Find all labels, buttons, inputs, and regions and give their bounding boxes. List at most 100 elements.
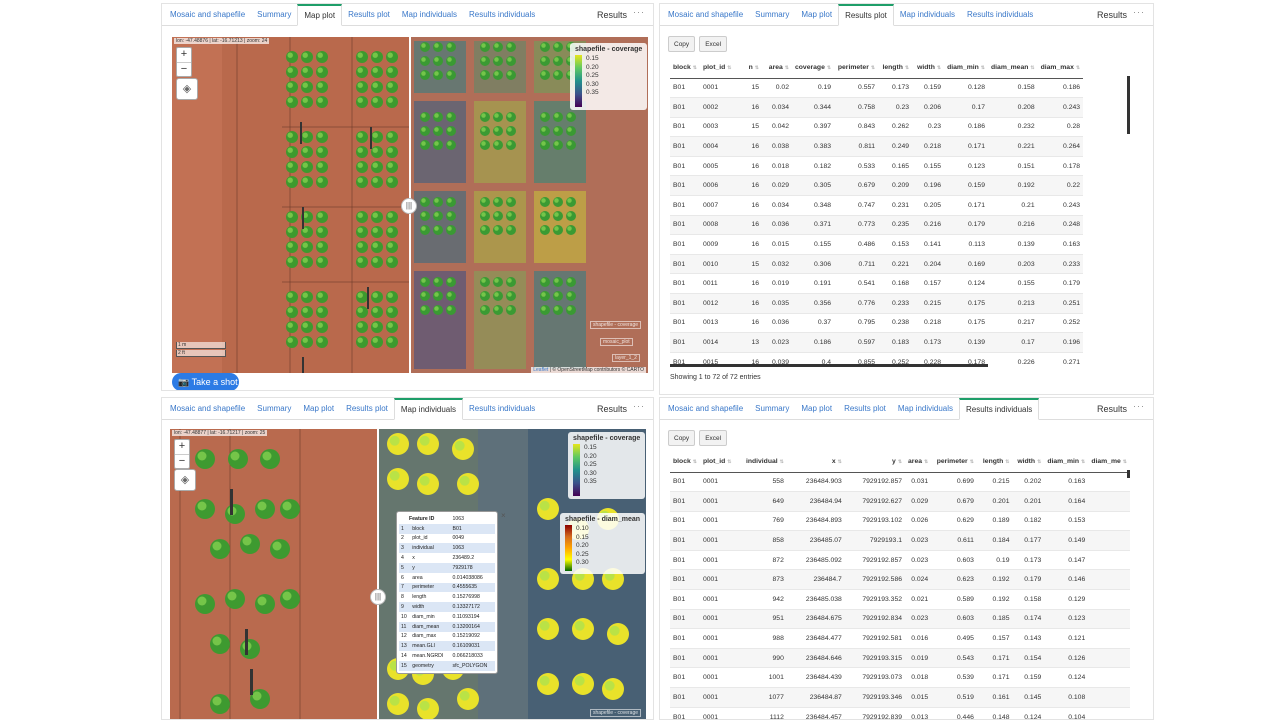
table-row[interactable]: B01 0001 649 236484.94 7929192.627 0.029 0.679…	[670, 491, 1130, 512]
map-base-layer[interactable]	[172, 37, 410, 373]
sort-icon[interactable]: ⇅	[1005, 459, 1009, 465]
sort-icon[interactable]: ⇅	[871, 65, 875, 71]
column-header[interactable]: individual ⇅	[739, 451, 787, 473]
table-row[interactable]: B01 0005 16 0.018 0.182 0.533 0.165 0.155 0.123 0…	[670, 155, 1084, 176]
table-row[interactable]: B01 0001 1077 236484.87 7929193.346 0.015 0.51…	[670, 687, 1130, 708]
sort-icon[interactable]: ⇅	[924, 459, 928, 465]
horizontal-scrollbar[interactable]	[670, 364, 988, 367]
column-header[interactable]: width ⇅	[912, 57, 945, 79]
tab-summary[interactable]: Summary	[251, 398, 297, 419]
table-row[interactable]: B01 0001 558 236484.903 7929192.857 0.031 0.69…	[670, 471, 1130, 492]
layer-label[interactable]: shapefile - coverage	[590, 709, 642, 717]
table-row[interactable]: B01 0001 1112 236484.457 7929192.839 0.013 0.4…	[670, 706, 1130, 719]
sort-icon[interactable]: ⇅	[780, 459, 784, 465]
table-row[interactable]: B01 0003 15 0.042 0.397 0.843 0.262 0.23 0.186 0.…	[670, 116, 1084, 137]
tab-mosaic-and-shapefile[interactable]: Mosaic and shapefile	[164, 398, 251, 419]
tab-results-plot[interactable]: Results plot	[340, 398, 394, 419]
column-header[interactable]: diam_mean ⇅	[988, 57, 1038, 79]
more-horizontal-icon[interactable]: ···	[1133, 7, 1145, 17]
column-header[interactable]: plot_id ⇅	[700, 57, 744, 79]
table-row[interactable]: B01 0001 872 236485.092 7929192.857 0.023 0.60…	[670, 549, 1130, 570]
table-row[interactable]: B01 0001 15 0.02 0.19 0.557 0.173 0.159 0.128 0.1…	[670, 77, 1084, 98]
table-row[interactable]: B01 0001 873 236484.7 7929192.586 0.024 0.623 0…	[670, 569, 1130, 590]
table-row[interactable]: B01 0007 16 0.034 0.348 0.747 0.231 0.205 0.171 0…	[670, 195, 1084, 216]
zoom-out-button[interactable]: −	[175, 454, 189, 468]
sort-icon[interactable]: ⇅	[981, 65, 985, 71]
column-header[interactable]: area ⇅	[905, 451, 932, 473]
column-header[interactable]: length ⇅	[878, 57, 913, 79]
sort-icon[interactable]: ⇅	[785, 65, 789, 71]
sort-icon[interactable]: ⇅	[1081, 459, 1085, 465]
sort-icon[interactable]: ⇅	[693, 65, 697, 71]
zoom-out-button[interactable]: −	[177, 62, 191, 76]
swipe-handle[interactable]: |||	[401, 198, 417, 214]
sort-icon[interactable]: ⇅	[905, 65, 909, 71]
column-header[interactable]: perimeter ⇅	[834, 57, 879, 79]
more-horizontal-icon[interactable]: ···	[633, 7, 645, 17]
sort-icon[interactable]: ⇅	[898, 459, 902, 465]
map-base-layer[interactable]	[170, 429, 378, 719]
layer-label[interactable]: layer_1_2	[612, 354, 640, 362]
more-horizontal-icon[interactable]: ···	[1133, 401, 1145, 411]
table-row[interactable]: B01 0001 951 236484.675 7929192.834 0.023 0.60…	[670, 608, 1130, 629]
tab-results-plot[interactable]: Results plot	[342, 4, 396, 25]
column-header[interactable]: n ⇅	[744, 57, 762, 79]
sort-icon[interactable]: ⇅	[1123, 459, 1127, 465]
column-header[interactable]: block ⇅	[670, 57, 700, 79]
table-row[interactable]: B01 0001 1001 236484.439 7929193.073 0.018 0.5…	[670, 667, 1130, 688]
column-header[interactable]: x ⇅	[786, 451, 845, 473]
sort-icon[interactable]: ⇅	[970, 459, 974, 465]
table-row[interactable]: B01 0001 988 236484.477 7929192.581 0.016 0.49…	[670, 628, 1130, 649]
sort-icon[interactable]: ⇅	[937, 65, 941, 71]
swipe-handle[interactable]: |||	[370, 589, 386, 605]
column-header[interactable]: diam_max ⇅	[1037, 57, 1084, 79]
swipe-divider[interactable]	[377, 429, 379, 719]
zoom-in-button[interactable]: +	[175, 440, 189, 454]
column-header[interactable]: diam_min ⇅	[1044, 451, 1089, 473]
column-header[interactable]: y ⇅	[844, 451, 906, 473]
tab-map-plot[interactable]: Map plot	[297, 398, 340, 419]
table-row[interactable]: B01 0001 858 236485.07 7929193.1 0.023 0.611 0.…	[670, 530, 1130, 551]
leaflet-link[interactable]: Leaflet	[533, 367, 548, 373]
column-header[interactable]: block ⇅	[670, 451, 700, 473]
sort-icon[interactable]: ⇅	[1037, 459, 1041, 465]
sort-icon[interactable]: ⇅	[693, 459, 697, 465]
table-row[interactable]: B01 0014 13 0.023 0.186 0.597 0.183 0.173 0.139 0…	[670, 332, 1084, 353]
column-header[interactable]: area ⇅	[762, 57, 792, 79]
table-row[interactable]: B01 0002 16 0.034 0.344 0.758 0.23 0.206 0.17 0.2…	[670, 97, 1084, 118]
sort-icon[interactable]: ⇅	[727, 65, 731, 71]
layer-label[interactable]: mosaic_plot	[600, 338, 633, 346]
zoom-control[interactable]: + −	[176, 47, 192, 77]
tab-map-individuals[interactable]: Map individuals	[396, 4, 463, 25]
layers-icon[interactable]: ◈	[174, 469, 196, 491]
table-row[interactable]: B01 0001 990 236484.646 7929193.315 0.019 0.54…	[670, 647, 1130, 668]
sort-icon[interactable]: ⇅	[727, 459, 731, 465]
table-row[interactable]: B01 0004 16 0.038 0.383 0.811 0.249 0.218 0.171 0…	[670, 136, 1084, 157]
table-row[interactable]: B01 0010 15 0.032 0.306 0.711 0.221 0.204 0.169 0…	[670, 253, 1084, 274]
tab-map-individuals[interactable]: Map individuals	[393, 398, 464, 420]
tab-mosaic-and-shapefile[interactable]: Mosaic and shapefile	[164, 4, 251, 25]
table-row[interactable]: B01 0008 16 0.036 0.371 0.773 0.235 0.216 0.179 0…	[670, 214, 1084, 235]
sort-icon[interactable]: ⇅	[827, 65, 831, 71]
zoom-control[interactable]: + −	[174, 439, 190, 469]
close-icon[interactable]: ×	[501, 511, 506, 520]
vertical-scrollbar[interactable]	[1127, 470, 1130, 478]
table-row[interactable]: B01 0001 769 236484.893 7929193.102 0.026 0.62…	[670, 510, 1130, 531]
column-header[interactable]: plot_id ⇅	[699, 451, 740, 473]
more-horizontal-icon[interactable]: ···	[633, 401, 645, 411]
layer-label[interactable]: shapefile - coverage	[590, 321, 642, 329]
table-row[interactable]: B01 0011 16 0.019 0.191 0.541 0.168 0.157 0.124 0…	[670, 273, 1084, 294]
tab-results-individuals[interactable]: Results individuals	[463, 4, 541, 25]
tab-results-individuals[interactable]: Results individuals	[463, 398, 541, 419]
sort-icon[interactable]: ⇅	[1030, 65, 1034, 71]
sort-icon[interactable]: ⇅	[1076, 65, 1080, 71]
table-row[interactable]: B01 0012 16 0.035 0.356 0.776 0.233 0.215 0.175 0…	[670, 293, 1084, 314]
layers-icon[interactable]: ◈	[176, 78, 198, 100]
map-view[interactable]: ||| lon: -47.48876 | lat: -16.71213 | zo…	[172, 37, 648, 373]
column-header[interactable]: length ⇅	[976, 451, 1013, 473]
table-row[interactable]: B01 0009 16 0.015 0.155 0.486 0.153 0.141 0.113 0…	[670, 234, 1084, 255]
column-header[interactable]: diam_min ⇅	[944, 57, 988, 79]
take-shot-button[interactable]: 📷 Take a shot	[172, 373, 239, 390]
column-header[interactable]: coverage ⇅	[792, 57, 835, 79]
column-header[interactable]: width ⇅	[1012, 451, 1045, 473]
